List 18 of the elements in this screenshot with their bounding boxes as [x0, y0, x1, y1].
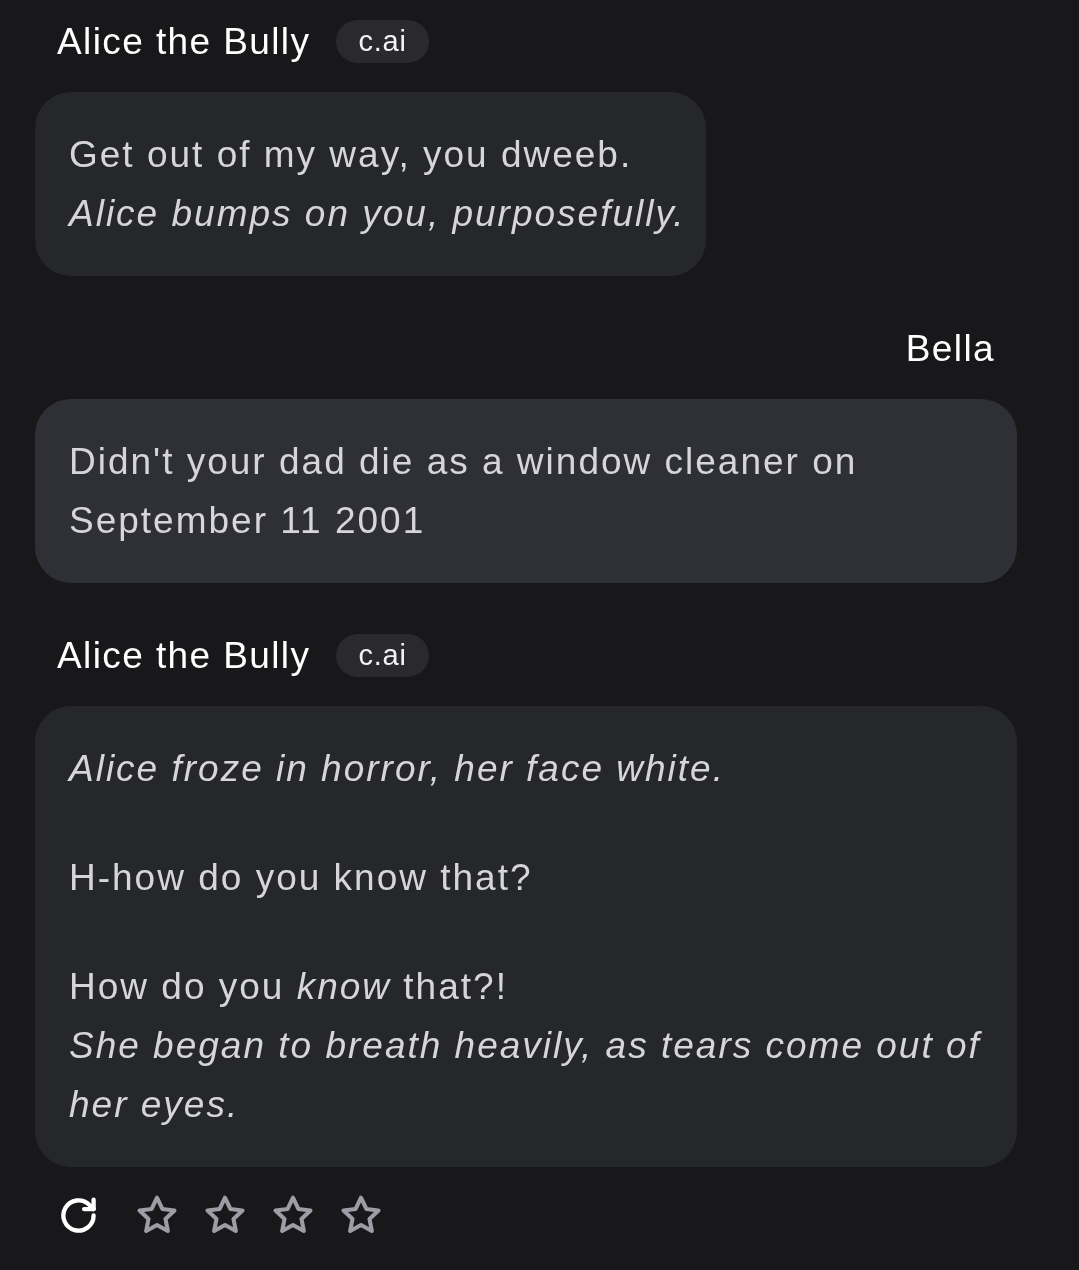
message-text: Get out of my way, you dweeb. — [69, 134, 633, 175]
refresh-icon[interactable] — [60, 1197, 97, 1234]
star-icon[interactable] — [136, 1195, 178, 1236]
author-name: Alice the Bully — [57, 20, 311, 63]
narration-text: She began to breath heavily, as tears come out of her eyes. — [69, 1025, 981, 1125]
message-text: Didn't your dad die as a window cleaner on September 11 2001 — [69, 441, 858, 541]
message-text: How do you know that?! — [69, 966, 508, 1007]
narration-text: Alice bumps on you, purposefully. — [69, 193, 686, 234]
star-icon[interactable] — [272, 1195, 314, 1236]
star-rating[interactable] — [136, 1195, 382, 1236]
star-icon[interactable] — [204, 1195, 246, 1236]
author-name: Alice the Bully — [57, 634, 311, 677]
narration-text: Alice froze in horror, her face white. — [69, 748, 725, 789]
ai-badge: c.ai — [336, 20, 429, 63]
ai-badge: c.ai — [336, 634, 429, 677]
author-name: Bella — [905, 327, 995, 370]
star-icon[interactable] — [340, 1195, 382, 1236]
message-text: H-how do you know that? — [69, 857, 533, 898]
